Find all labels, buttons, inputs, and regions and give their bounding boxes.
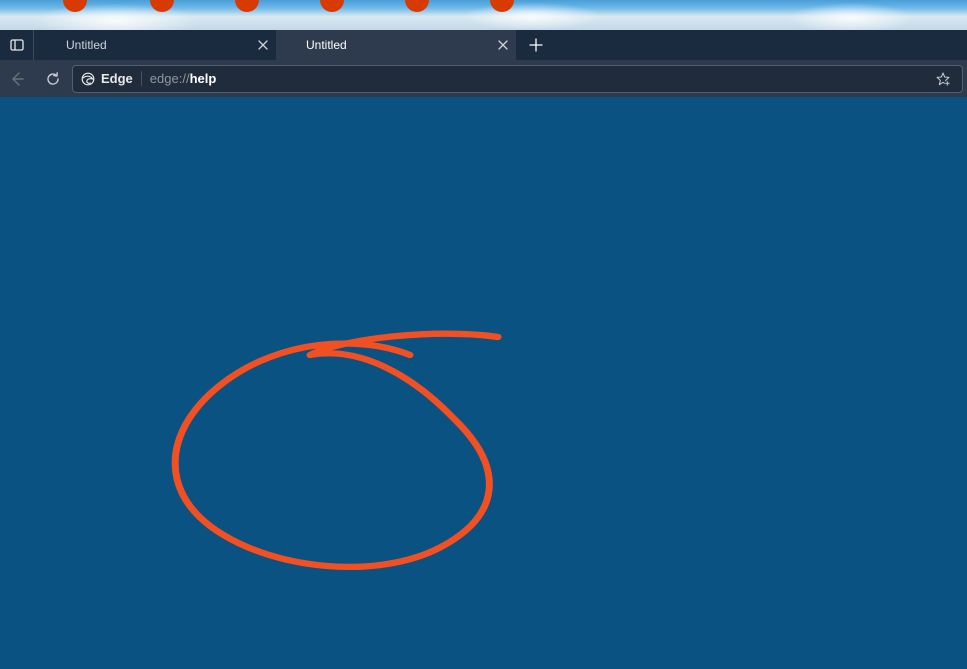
refresh-icon	[45, 71, 61, 87]
back-arrow-icon	[9, 71, 25, 87]
tab-title: Untitled	[306, 38, 347, 52]
close-icon	[498, 40, 508, 50]
star-add-icon	[935, 71, 951, 87]
close-icon	[258, 40, 268, 50]
url-text: edge://help	[150, 71, 217, 86]
address-bar[interactable]: Edge edge://help	[72, 65, 963, 93]
toolbar: Edge edge://help	[0, 60, 967, 97]
new-tab-button[interactable]	[516, 30, 556, 60]
desktop-clouds	[0, 0, 967, 30]
tab-actions-button[interactable]	[0, 30, 34, 60]
url-host: help	[190, 71, 217, 86]
page-content	[0, 97, 967, 669]
edge-icon	[81, 72, 95, 86]
refresh-button[interactable]	[36, 64, 70, 94]
tab-title: Untitled	[66, 38, 107, 52]
favorite-button[interactable]	[930, 67, 956, 91]
tab-strip: Untitled Untitled	[0, 30, 967, 60]
site-identity-label: Edge	[101, 71, 133, 86]
tab-0[interactable]: Untitled	[36, 30, 276, 60]
tab-close-button[interactable]	[498, 40, 508, 50]
url-scheme: edge://	[150, 71, 190, 86]
tab-close-button[interactable]	[258, 40, 268, 50]
site-identity[interactable]: Edge	[81, 71, 142, 86]
tab-1[interactable]: Untitled	[276, 30, 516, 60]
back-button[interactable]	[0, 64, 34, 94]
tab-actions-icon	[10, 38, 24, 52]
plus-icon	[529, 38, 543, 52]
